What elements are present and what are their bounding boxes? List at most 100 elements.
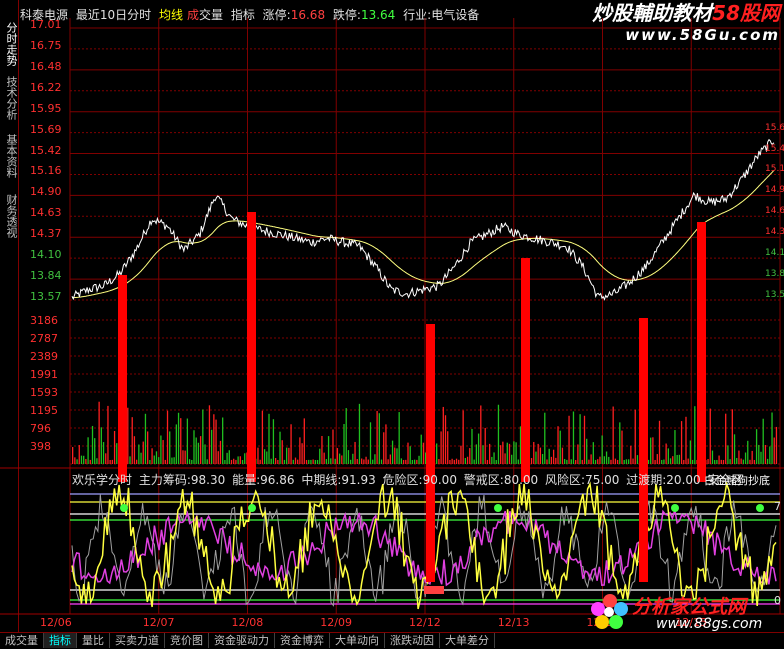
volume-bar bbox=[758, 444, 760, 464]
volume-bar bbox=[411, 459, 414, 464]
volume-bar bbox=[530, 458, 533, 464]
price-tick-label-right: 13.57 bbox=[765, 290, 784, 300]
volume-bar bbox=[511, 454, 513, 464]
price-tick-label: 13.84 bbox=[30, 269, 62, 283]
bottom-tab[interactable]: 指标 bbox=[44, 633, 77, 648]
volume-bar bbox=[195, 437, 197, 464]
volume-bar bbox=[568, 415, 570, 464]
logo-88gs: 分析家公式网 www.88gs.com bbox=[584, 590, 780, 632]
indicator-header: 欢乐学分时 主力筹码:98.30 能量:96.86 中期线:91.93 危险区:… bbox=[72, 471, 747, 488]
volume-bar bbox=[462, 410, 464, 464]
volume-bar bbox=[555, 457, 557, 464]
volume-bar bbox=[188, 459, 191, 464]
price-tick-label-right: 14.63 bbox=[765, 206, 784, 217]
volume-bar bbox=[603, 456, 606, 464]
signal-bar bbox=[697, 222, 706, 482]
volume-bar bbox=[281, 440, 283, 464]
volume-bar bbox=[636, 455, 639, 464]
volume-bar bbox=[736, 457, 738, 464]
volume-bar bbox=[471, 428, 473, 464]
volume-bar bbox=[327, 436, 330, 464]
volume-bar bbox=[667, 448, 669, 464]
volume-bar bbox=[539, 447, 542, 464]
volume-bar bbox=[100, 427, 102, 464]
chart-canvas[interactable] bbox=[0, 0, 784, 632]
volume-bar bbox=[451, 458, 453, 464]
volume-bar bbox=[286, 447, 288, 464]
volume-bar bbox=[714, 459, 716, 464]
volume-bar bbox=[380, 459, 383, 464]
volume-bar bbox=[438, 459, 440, 464]
signal-bar bbox=[521, 258, 530, 482]
volume-bar bbox=[583, 415, 586, 464]
transition-label: 过渡期: bbox=[626, 473, 667, 487]
volume-bar bbox=[219, 440, 222, 464]
logo2-title: 分析家公式网 bbox=[632, 596, 747, 618]
volume-bar bbox=[592, 442, 594, 464]
volume-bar bbox=[716, 459, 718, 464]
volume-bar bbox=[226, 452, 228, 464]
volume-bar bbox=[391, 440, 394, 464]
volume-bar bbox=[164, 459, 166, 464]
volume-bar bbox=[570, 459, 572, 464]
volume-tick-label: 2389 bbox=[30, 350, 58, 363]
volume-bar bbox=[113, 430, 116, 464]
volume-bar bbox=[367, 459, 369, 464]
bottom-tab[interactable]: 买卖力道 bbox=[110, 633, 165, 648]
volume-bar bbox=[711, 450, 714, 464]
volume-bar bbox=[517, 459, 519, 464]
volume-bar bbox=[590, 454, 592, 464]
volume-bar bbox=[138, 444, 140, 464]
volume-bar bbox=[740, 458, 742, 464]
bottom-tab[interactable]: 资金博弈 bbox=[275, 633, 330, 648]
volume-bar bbox=[208, 405, 211, 464]
volume-bar bbox=[345, 408, 347, 464]
volume-bar bbox=[374, 454, 376, 464]
volume-bar bbox=[731, 409, 733, 464]
volume-bar bbox=[279, 431, 281, 464]
buy-marker bbox=[248, 504, 256, 512]
volume-bar bbox=[722, 459, 725, 464]
volume-bar bbox=[407, 442, 409, 464]
volume-bar bbox=[299, 437, 301, 464]
volume-bar bbox=[230, 459, 233, 464]
volume-bar bbox=[352, 453, 354, 464]
volume-bar bbox=[689, 440, 692, 464]
volume-bar bbox=[102, 442, 105, 464]
indicator-magenta-line bbox=[71, 509, 777, 587]
bottom-tab[interactable]: 量比 bbox=[77, 633, 110, 648]
volume-bar bbox=[658, 420, 661, 464]
volume-bar bbox=[586, 438, 588, 464]
volume-bar bbox=[197, 442, 200, 464]
volume-bar bbox=[453, 459, 455, 464]
volume-bar bbox=[533, 441, 535, 464]
bottom-tab[interactable]: 大单差分 bbox=[440, 633, 495, 648]
bottom-tab[interactable]: 涨跌动因 bbox=[385, 633, 440, 648]
indicator-name[interactable]: 欢乐学分时 bbox=[72, 473, 132, 487]
volume-bar bbox=[325, 459, 328, 464]
bottom-tab[interactable]: 成交量 bbox=[0, 633, 44, 648]
volume-bar bbox=[210, 429, 213, 464]
date-tick-label: 12/06 bbox=[40, 616, 72, 629]
volume-bar bbox=[140, 452, 142, 464]
volume-bar bbox=[550, 456, 553, 464]
volume-bar bbox=[588, 459, 590, 464]
volume-bar bbox=[513, 441, 515, 464]
volume-bar bbox=[755, 429, 758, 464]
volume-bar bbox=[579, 414, 581, 464]
volume-bar bbox=[762, 418, 764, 464]
signal-bar bbox=[247, 212, 256, 482]
volume-bar bbox=[85, 458, 87, 464]
volume-bar bbox=[683, 459, 685, 464]
buy-marker bbox=[756, 504, 764, 512]
volume-bar bbox=[548, 448, 550, 464]
risk-label: 风险区: bbox=[545, 473, 586, 487]
bottom-tab[interactable]: 大单动向 bbox=[330, 633, 385, 648]
volume-bar bbox=[654, 459, 656, 464]
volume-bar bbox=[89, 459, 91, 464]
volume-bar bbox=[480, 405, 482, 464]
bottom-tab[interactable]: 资金驱动力 bbox=[209, 633, 275, 648]
volume-bar bbox=[482, 445, 484, 464]
bottom-tab[interactable]: 竞价图 bbox=[165, 633, 209, 648]
volume-bar bbox=[601, 435, 603, 464]
